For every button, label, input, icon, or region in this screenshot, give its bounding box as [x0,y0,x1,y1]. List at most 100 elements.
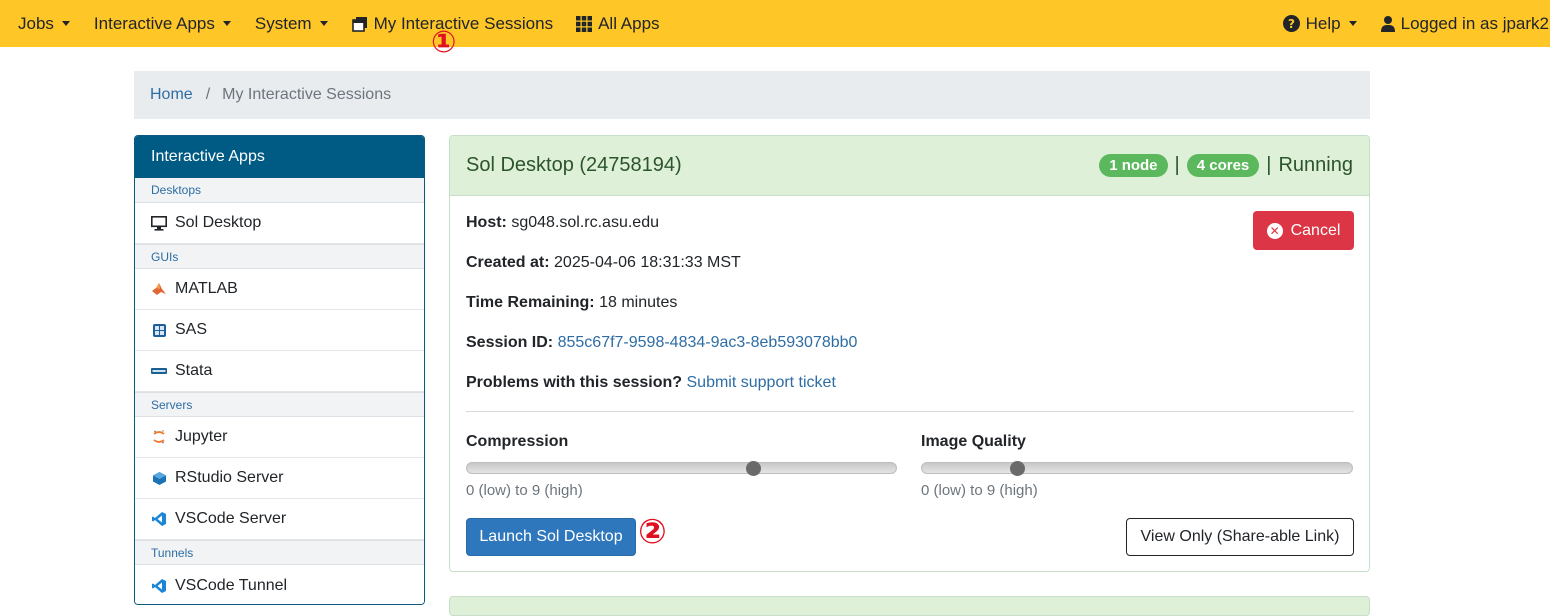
caret-down-icon [222,21,231,26]
nodes-badge: 1 node [1099,154,1168,177]
annotation-marker-1: ① [431,25,457,60]
host-value: sg048.sol.rc.asu.edu [511,214,659,231]
vscode-icon [151,511,167,527]
host-row: Host: sg048.sol.rc.asu.edu [466,214,659,232]
nav-user-menu[interactable]: Logged in as jpark2 [1380,0,1549,47]
nav-help-label: Help [1305,13,1341,33]
sidebar-item-sas[interactable]: SAS [135,310,424,351]
sidebar-header: Interactive Apps [135,136,424,178]
sidebar-item-label: Stata [175,362,213,379]
time-remaining-value: 18 minutes [599,294,678,311]
nav-all-apps[interactable]: All Apps [576,0,660,47]
compression-help-text: 0 (low) to 9 (high) [466,482,583,499]
nav-jobs-label: Jobs [18,13,54,33]
host-label: Host: [466,214,507,231]
sidebar-item-jupyter[interactable]: Jupyter [135,417,424,458]
session-card-header: Sol Desktop (24758194) 1 node | 4 cores … [450,136,1369,196]
sidebar-item-label: Jupyter [175,428,228,445]
sidebar-category-guis: GUIs [135,244,424,269]
cancel-button-label: Cancel [1290,221,1341,239]
nav-jobs-dropdown[interactable]: Jobs [18,0,70,47]
time-remaining-row: Time Remaining: 18 minutes [466,294,677,312]
svg-text:?: ? [1288,17,1295,31]
nav-interactive-apps-label: Interactive Apps [93,13,215,33]
sidebar-item-stata[interactable]: Stata [135,351,424,392]
annotation-marker-2: ② [638,512,667,552]
breadcrumb: Home / My Interactive Sessions [134,71,1370,119]
sidebar-item-sol-desktop[interactable]: Sol Desktop [135,203,424,244]
cores-badge: 4 cores [1186,154,1260,177]
image-quality-slider-thumb[interactable] [1010,461,1026,476]
sidebar-item-label: MATLAB [175,280,238,297]
question-circle-icon: ? [1282,15,1300,32]
navbar-right: ? Help Logged in as jpark2 [1282,0,1550,47]
nav-interactive-apps-dropdown[interactable]: Interactive Apps [94,0,231,47]
breadcrumb-current: My Interactive Sessions [222,86,392,103]
session-card: Sol Desktop (24758194) 1 node | 4 cores … [449,135,1370,572]
grid-icon [576,15,593,32]
session-id-row: Session ID: 855c67f7-9598-4834-9ac3-8eb5… [466,334,857,352]
vscode-icon [151,578,167,594]
nav-user-label: Logged in as jpark2 [1400,13,1549,33]
sas-icon [151,322,167,338]
compression-slider-thumb[interactable] [745,461,761,476]
support-ticket-link[interactable]: Submit support ticket [687,374,836,391]
image-quality-help-text: 0 (low) to 9 (high) [921,482,1038,499]
sidebar-item-label: SAS [175,321,208,338]
stata-icon [151,363,167,379]
sidebar-item-vscode-server[interactable]: VSCode Server [135,499,424,540]
section-divider [466,411,1354,412]
session-id-link[interactable]: 855c67f7-9598-4834-9ac3-8eb593078bb0 [558,334,858,351]
nav-system-dropdown[interactable]: System [255,0,328,47]
breadcrumb-home-link[interactable]: Home [150,86,193,104]
desktop-icon [151,215,167,231]
user-icon [1380,15,1395,32]
session-id-label: Session ID: [466,334,554,351]
navbar-left: Jobs Interactive Apps System My Interact… [0,0,660,47]
sidebar-item-label: VSCode Server [175,510,287,527]
problems-row: Problems with this session? Submit suppo… [466,374,836,392]
top-navbar: Jobs Interactive Apps System My Interact… [0,0,1550,47]
created-label: Created at: [466,254,550,271]
created-value: 2025-04-06 18:31:33 MST [554,254,741,271]
status-separator: | [1174,154,1180,176]
jupyter-icon [151,429,167,445]
nav-my-sessions-label: My Interactive Sessions [373,13,554,33]
rstudio-icon [151,470,167,486]
problems-label: Problems with this session? [466,374,683,391]
next-session-card [449,596,1370,616]
sidebar-item-rstudio-server[interactable]: RStudio Server [135,458,424,499]
session-status: Running [1278,154,1353,176]
image-quality-label: Image Quality [921,433,1026,450]
image-quality-slider[interactable] [921,461,1353,476]
sidebar-item-matlab[interactable]: MATLAB [135,269,424,310]
sidebar-category-desktops: Desktops [135,178,424,203]
time-remaining-label: Time Remaining: [466,294,595,311]
sessions-icon [351,16,368,32]
interactive-apps-sidebar: Interactive Apps Desktops Sol Desktop GU… [134,135,425,605]
cancel-button[interactable]: ✕ Cancel [1253,211,1354,250]
close-circle-icon: ✕ [1266,222,1283,239]
created-row: Created at: 2025-04-06 18:31:33 MST [466,254,741,272]
sidebar-item-label: RStudio Server [175,469,284,486]
sidebar-item-vscode-tunnel[interactable]: VSCode Tunnel [135,565,424,604]
status-separator: | [1266,154,1272,176]
sidebar-item-label: Sol Desktop [175,214,262,231]
caret-down-icon [1348,21,1357,26]
compression-label: Compression [466,433,569,450]
caret-down-icon [319,21,328,26]
compression-slider[interactable] [466,461,897,476]
breadcrumb-separator: / [205,86,211,103]
sidebar-category-servers: Servers [135,392,424,417]
nav-system-label: System [254,13,312,33]
session-status-group: 1 node | 4 cores | Running [1099,154,1353,177]
sidebar-category-tunnels: Tunnels [135,540,424,565]
launch-sol-desktop-button[interactable]: Launch Sol Desktop [466,518,636,556]
matlab-icon [151,281,167,297]
nav-all-apps-label: All Apps [598,13,660,33]
caret-down-icon [61,21,70,26]
sidebar-item-label: VSCode Tunnel [175,576,288,594]
view-only-button[interactable]: View Only (Share-able Link) [1126,518,1354,556]
nav-help-dropdown[interactable]: ? Help [1282,0,1357,47]
session-title: Sol Desktop (24758194) [466,154,682,176]
